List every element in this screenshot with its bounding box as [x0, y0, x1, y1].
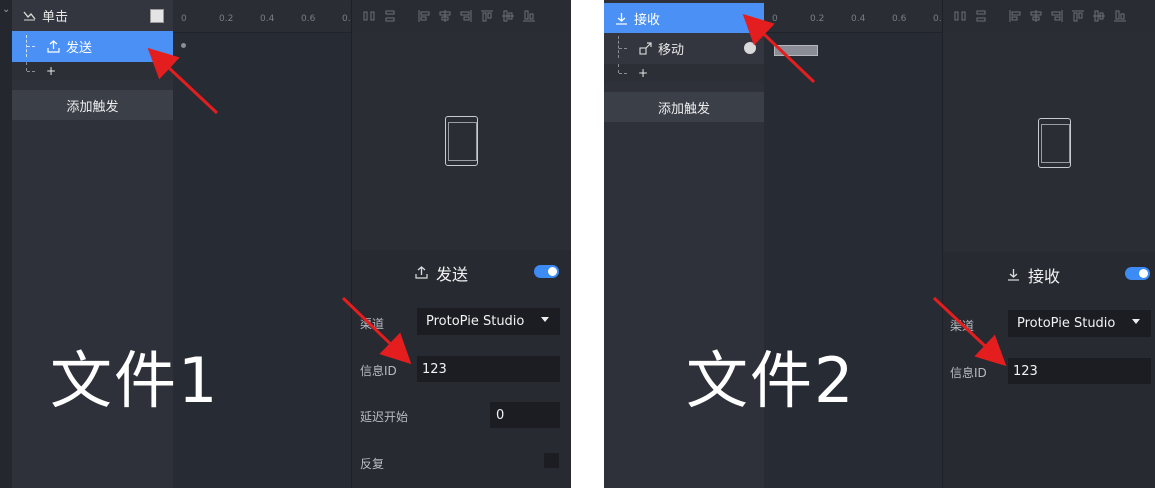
trigger-tap-row[interactable]: 单击: [12, 0, 173, 31]
distribute-vertical-icon[interactable]: [383, 9, 397, 23]
distribute-horizontal-icon[interactable]: [362, 9, 376, 23]
channel-value: ProtoPie Studio: [426, 314, 525, 329]
message-id-input[interactable]: 123: [417, 356, 560, 382]
align-toolbar: [352, 0, 571, 32]
download-icon: [614, 11, 628, 25]
message-id-label: 信息ID: [950, 366, 987, 380]
ruler-tick: 0: [772, 14, 778, 24]
chevron-down-icon[interactable]: ⌄: [2, 4, 10, 15]
ruler-tick: 0.6: [301, 14, 316, 24]
tree-branch: [27, 46, 35, 47]
align-center-icon[interactable]: [438, 9, 452, 23]
right-panel: 接收 渠道 ProtoPie Studio 信息ID 123: [943, 0, 1155, 488]
align-middle-icon[interactable]: [501, 9, 515, 23]
timeline-ruler: 0 0.2 0.4 0.6 0.8: [764, 0, 947, 33]
response-move-row[interactable]: 移动: [604, 33, 764, 64]
repeat-label: 反复: [360, 457, 385, 471]
file1-panel: ⌄ 单击 发送 + 添加触发 0 0.2 0.4 0.6 0.8 发送 渠道 P…: [0, 0, 571, 488]
property-panel: 接收 渠道 ProtoPie Studio 信息ID 123: [943, 252, 1155, 488]
add-trigger-button[interactable]: 添加触发: [604, 92, 764, 122]
gutter: ⌄: [0, 0, 12, 488]
timeline-ruler: 0 0.2 0.4 0.6 0.8: [173, 0, 356, 33]
repeat-checkbox[interactable]: [544, 453, 559, 468]
align-right-icon[interactable]: [1050, 9, 1064, 23]
ruler-tick: 0.4: [851, 14, 866, 24]
align-left-icon[interactable]: [1008, 9, 1022, 23]
channel-label: 渠道: [950, 319, 975, 333]
add-response-icon[interactable]: +: [638, 66, 648, 80]
ruler-tick: 0.6: [892, 14, 907, 24]
property-title: 接收: [1028, 267, 1061, 286]
channel-select[interactable]: ProtoPie Studio: [417, 308, 560, 335]
enable-toggle[interactable]: [1125, 267, 1150, 280]
tree-line: [26, 62, 28, 71]
device-frame-icon: [1038, 118, 1071, 168]
trigger-receive-label: 接收: [634, 12, 661, 28]
align-center-icon[interactable]: [1029, 9, 1043, 23]
ruler-tick: 0.4: [260, 14, 275, 24]
right-panel: 发送 渠道 ProtoPie Studio 信息ID 123 延迟开始 0 反复: [352, 0, 571, 488]
ruler-tick: 0.2: [219, 14, 234, 24]
tree-line: [618, 36, 620, 58]
canvas-preview[interactable]: [352, 32, 571, 250]
timeline-animation-bar[interactable]: [774, 45, 818, 56]
move-icon: [638, 42, 652, 56]
add-response-icon[interactable]: +: [46, 64, 56, 78]
align-top-icon[interactable]: [480, 9, 494, 23]
delay-input[interactable]: 0: [490, 402, 560, 428]
enable-toggle[interactable]: [534, 265, 559, 278]
align-bottom-icon[interactable]: [1113, 9, 1127, 23]
align-toolbar: [943, 0, 1155, 32]
distribute-vertical-icon[interactable]: [974, 9, 988, 23]
ruler-tick: 0: [181, 14, 187, 24]
align-middle-icon[interactable]: [1092, 9, 1106, 23]
property-panel: 发送 渠道 ProtoPie Studio 信息ID 123 延迟开始 0 反复: [352, 250, 571, 488]
add-trigger-button[interactable]: 添加触发: [12, 90, 173, 120]
delay-label: 延迟开始: [360, 410, 409, 424]
canvas-preview[interactable]: [943, 32, 1155, 252]
align-bottom-icon[interactable]: [522, 9, 536, 23]
response-send-label: 发送: [66, 41, 93, 56]
trigger-checkbox[interactable]: [150, 9, 164, 23]
message-id-label: 信息ID: [360, 364, 397, 378]
upload-icon: [415, 264, 428, 283]
tree-line: [618, 64, 620, 73]
response-move-label: 移动: [658, 43, 685, 58]
tree-branch: [27, 71, 35, 72]
upload-icon: [46, 40, 60, 54]
property-title: 发送: [436, 265, 469, 284]
align-left-icon[interactable]: [417, 9, 431, 23]
message-id-input[interactable]: 123: [1008, 358, 1151, 384]
channel-value: ProtoPie Studio: [1017, 316, 1116, 331]
channel-label: 渠道: [360, 317, 385, 331]
caret-down-icon: [541, 317, 549, 322]
tree-branch: [619, 73, 627, 74]
add-response-row[interactable]: +: [604, 64, 764, 82]
file-caption: 文件2: [686, 344, 856, 417]
response-send-row[interactable]: 发送: [12, 31, 173, 62]
channel-select[interactable]: ProtoPie Studio: [1008, 310, 1151, 337]
caret-down-icon: [1132, 319, 1140, 324]
layer-visibility-dot[interactable]: [744, 42, 756, 54]
trigger-receive-row[interactable]: 接收: [604, 3, 764, 33]
add-response-row[interactable]: +: [12, 62, 173, 80]
timeline-keyframe-dot[interactable]: [181, 43, 186, 48]
distribute-horizontal-icon[interactable]: [953, 9, 967, 23]
tree-branch: [619, 48, 627, 49]
file2-panel: 接收 移动 + 添加触发 0 0.2 0.4 0.6 0.8 接收 渠道 Pro…: [604, 0, 1155, 488]
align-right-icon[interactable]: [459, 9, 473, 23]
align-top-icon[interactable]: [1071, 9, 1085, 23]
device-frame-icon: [445, 116, 478, 166]
download-icon: [1007, 266, 1020, 285]
tap-trigger-icon: [22, 9, 36, 23]
trigger-tap-label: 单击: [42, 10, 69, 25]
ruler-tick: 0.2: [810, 14, 825, 24]
file-caption: 文件1: [50, 344, 220, 417]
